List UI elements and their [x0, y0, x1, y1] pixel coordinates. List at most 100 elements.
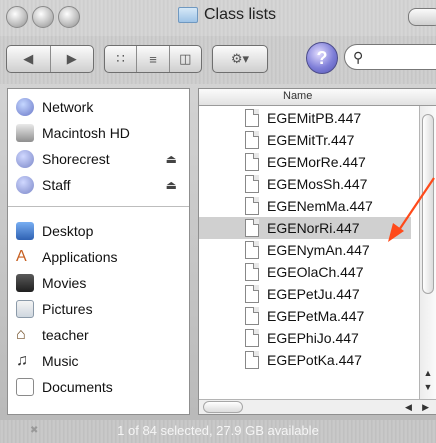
sidebar-item-pictures[interactable]: Pictures	[8, 297, 189, 321]
toolbar-toggle-button[interactable]	[408, 8, 436, 26]
column-header-label: Name	[283, 90, 313, 102]
file-name: EGEOlaCh.447	[267, 264, 364, 280]
sidebar-item-movies[interactable]: Movies	[8, 271, 189, 295]
eject-icon[interactable]: ⏏	[166, 178, 177, 192]
vertical-scrollbar[interactable]: ▲ ▼	[419, 106, 436, 401]
minimize-button[interactable]	[32, 6, 54, 28]
window-title: Class lists	[204, 6, 277, 23]
file-row-selected[interactable]: EGENorRi.447	[199, 217, 411, 239]
sidebar-label: Pictures	[42, 301, 93, 317]
sidebar-label: Desktop	[42, 223, 94, 239]
search-icon: ⚲	[353, 48, 364, 65]
column-view-icon[interactable]: ◫	[170, 46, 201, 72]
file-row[interactable]: EGEMitPB.447	[199, 107, 411, 129]
sidebar-item-staff[interactable]: Staff ⏏	[8, 173, 189, 197]
file-name: EGEMitTr.447	[267, 132, 355, 148]
file-row[interactable]: EGEPhiJo.447	[199, 327, 411, 349]
sidebar-label: Movies	[42, 275, 87, 291]
sidebar-item-network[interactable]: Network	[8, 95, 189, 119]
sidebar-label: Music	[42, 353, 79, 369]
horizontal-scrollbar[interactable]: ◀ ▶	[199, 399, 436, 414]
resize-grip-icon[interactable]: ✖	[30, 425, 38, 436]
vertical-scroll-thumb[interactable]	[422, 114, 434, 294]
file-row[interactable]: EGEPetMa.447	[199, 305, 411, 327]
status-text: 1 of 84 selected, 27.9 GB available	[117, 423, 319, 438]
scroll-left-arrow-icon[interactable]: ◀	[405, 402, 412, 413]
sidebar-item-applications[interactable]: A Applications	[8, 245, 189, 269]
sidebar-divider[interactable]	[8, 206, 189, 207]
document-icon	[245, 241, 259, 259]
applications-icon: A	[16, 248, 27, 265]
action-menu-button[interactable]: ⚙▾	[212, 45, 268, 73]
file-row[interactable]: EGENymAn.447	[199, 239, 411, 261]
network-volume-icon	[16, 176, 34, 194]
desktop-icon	[16, 222, 34, 240]
scroll-down-arrow-icon[interactable]: ▼	[420, 382, 436, 394]
document-icon	[245, 131, 259, 149]
file-name: EGEMorRe.447	[267, 154, 366, 170]
sidebar-label: Staff	[42, 177, 71, 193]
sidebar-item-teacher[interactable]: ⌂ teacher	[8, 323, 189, 347]
list-view-icon[interactable]: ≡	[137, 46, 170, 72]
sidebar-item-desktop[interactable]: Desktop	[8, 219, 189, 243]
file-name: EGENymAn.447	[267, 242, 370, 258]
view-control[interactable]: ∷ ≡ ◫	[104, 45, 202, 73]
file-name: EGEMitPB.447	[267, 110, 362, 126]
folder-icon	[178, 7, 198, 23]
scroll-up-arrow-icon[interactable]: ▲	[420, 368, 436, 380]
gear-icon[interactable]: ⚙▾	[213, 46, 267, 72]
sidebar-label: Documents	[42, 379, 113, 395]
sidebar-item-macintosh-hd[interactable]: Macintosh HD	[8, 121, 189, 145]
horizontal-scroll-thumb[interactable]	[203, 401, 243, 413]
scroll-right-arrow-icon[interactable]: ▶	[422, 402, 429, 413]
back-forward-control[interactable]: ◀ ▶	[6, 45, 94, 73]
zoom-button[interactable]	[58, 6, 80, 28]
file-row[interactable]: EGENemMa.447	[199, 195, 411, 217]
back-arrow-icon[interactable]: ◀	[7, 46, 51, 72]
network-volume-icon	[16, 150, 34, 168]
search-field[interactable]: ⚲	[344, 44, 436, 70]
file-name: EGEPetJu.447	[267, 286, 360, 302]
file-row[interactable]: EGEMosSh.447	[199, 173, 411, 195]
sidebar-label: Shorecrest	[42, 151, 110, 167]
document-icon	[245, 219, 259, 237]
file-row[interactable]: EGEPetJu.447	[199, 283, 411, 305]
toolbar: ◀ ▶ ∷ ≡ ◫ ⚙▾ ? ⚲	[0, 36, 436, 84]
file-name: EGEPetMa.447	[267, 308, 365, 324]
file-name: EGENorRi.447	[267, 220, 360, 236]
title-bar[interactable]: Class lists	[0, 0, 436, 36]
sidebar-label: Applications	[42, 249, 118, 265]
sidebar: Network Macintosh HD Shorecrest ⏏ Staff …	[7, 88, 190, 415]
sidebar-item-music[interactable]: ♫ Music	[8, 349, 189, 373]
file-row[interactable]: EGEMitTr.447	[199, 129, 411, 151]
forward-arrow-icon[interactable]: ▶	[51, 46, 94, 72]
close-button[interactable]	[6, 6, 28, 28]
document-icon	[245, 109, 259, 127]
column-header-name[interactable]: Name	[199, 89, 436, 106]
document-icon	[245, 197, 259, 215]
document-icon	[245, 175, 259, 193]
network-globe-icon	[16, 98, 34, 116]
help-button[interactable]: ?	[306, 42, 338, 74]
file-name: EGENemMa.447	[267, 198, 373, 214]
sidebar-item-documents[interactable]: Documents	[8, 375, 189, 399]
status-bar: 1 of 84 selected, 27.9 GB available ✖	[0, 420, 436, 443]
sidebar-item-shorecrest[interactable]: Shorecrest ⏏	[8, 147, 189, 171]
file-row[interactable]: EGEPotKa.447	[199, 349, 411, 371]
sidebar-label: Network	[42, 99, 94, 115]
file-name: EGEPotKa.447	[267, 352, 362, 368]
document-icon	[245, 263, 259, 281]
documents-icon	[16, 378, 34, 396]
sidebar-label: teacher	[42, 327, 89, 343]
music-icon: ♫	[16, 352, 28, 369]
file-name: EGEMosSh.447	[267, 176, 368, 192]
horizontal-scroll-arrows[interactable]: ◀ ▶	[405, 400, 429, 414]
file-row[interactable]: EGEMorRe.447	[199, 151, 411, 173]
icon-view-icon[interactable]: ∷	[105, 46, 138, 72]
pictures-icon	[16, 300, 34, 318]
window-title-group: Class lists	[178, 4, 276, 26]
file-row[interactable]: EGEOlaCh.447	[199, 261, 411, 283]
eject-icon[interactable]: ⏏	[166, 152, 177, 166]
hard-drive-icon	[16, 124, 34, 142]
file-list: Name EGEMitPB.447 EGEMitTr.447 EGEMorRe.…	[198, 88, 436, 415]
